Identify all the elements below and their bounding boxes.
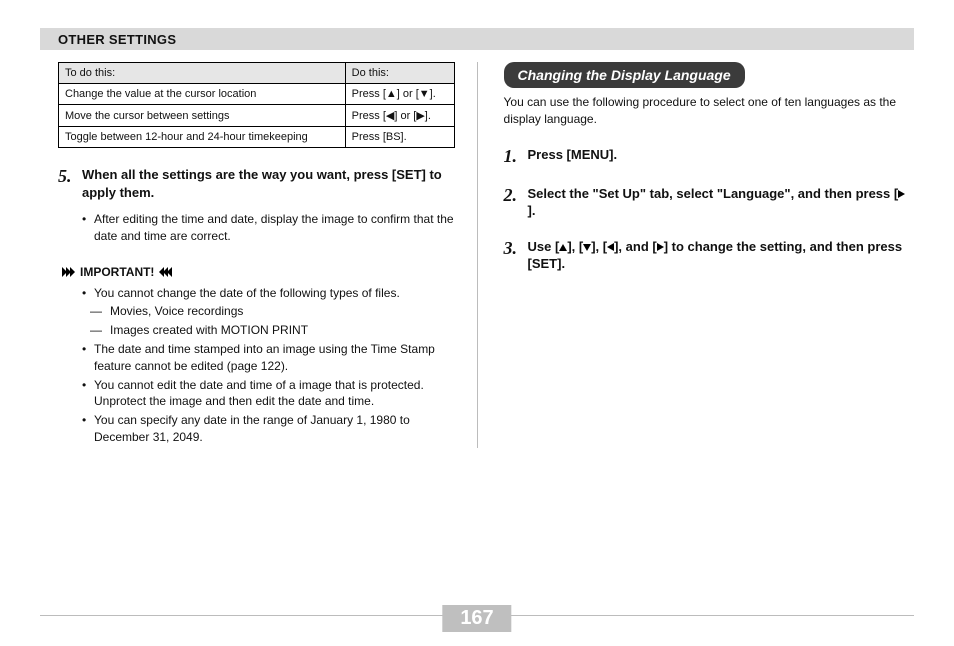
section-header: OTHER SETTINGS <box>40 28 914 50</box>
table-cell: Move the cursor between settings <box>59 105 346 127</box>
important-heading: IMPORTANT! <box>62 265 455 279</box>
step-3: 3. Use [], [], [], and [] to change the … <box>504 238 906 273</box>
text-fragment: ], [ <box>567 239 583 254</box>
arrow-right-icon <box>657 243 664 251</box>
section-pill: Changing the Display Language <box>504 62 745 88</box>
step-number: 5. <box>58 166 82 201</box>
step-text: Select the "Set Up" tab, select "Languag… <box>528 185 906 220</box>
step-number: 2. <box>504 185 528 220</box>
step-text: Press [MENU]. <box>528 146 618 167</box>
important-label: IMPORTANT! <box>80 265 154 279</box>
intro-text: You can use the following procedure to s… <box>504 94 906 128</box>
step-number: 3. <box>504 238 528 273</box>
important-list: •You cannot change the date of the follo… <box>82 285 455 446</box>
text-fragment: Use [ <box>528 239 560 254</box>
step-5: 5. When all the settings are the way you… <box>58 166 455 201</box>
table-cell: Toggle between 12-hour and 24-hour timek… <box>59 127 346 148</box>
list-item: The date and time stamped into an image … <box>94 341 455 375</box>
right-column: Changing the Display Language You can us… <box>480 62 914 448</box>
text-fragment: ]. <box>528 203 536 218</box>
table-cell: Press [BS]. <box>345 127 454 148</box>
page-number: 167 <box>442 605 511 632</box>
text-fragment: Select the "Set Up" tab, select "Languag… <box>528 186 899 201</box>
table-cell: Press [▲] or [▼]. <box>345 84 454 105</box>
list-item: You cannot change the date of the follow… <box>94 285 400 302</box>
text-fragment: ], and [ <box>614 239 657 254</box>
chevron-left-icon <box>160 267 172 277</box>
list-subitem: Images created with MOTION PRINT <box>110 322 308 339</box>
step-text: When all the settings are the way you wa… <box>82 166 455 201</box>
text-fragment: ], [ <box>591 239 607 254</box>
step-1: 1. Press [MENU]. <box>504 146 906 167</box>
chevron-right-icon <box>62 267 74 277</box>
step-2: 2. Select the "Set Up" tab, select "Lang… <box>504 185 906 220</box>
table-cell: Change the value at the cursor location <box>59 84 346 105</box>
note-text: After editing the time and date, display… <box>94 211 455 245</box>
table-head-1: Do this: <box>345 63 454 84</box>
step-number: 1. <box>504 146 528 167</box>
table-cell: Press [◀] or [▶]. <box>345 105 454 127</box>
list-item: You cannot edit the date and time of a i… <box>94 377 455 411</box>
list-item: You can specify any date in the range of… <box>94 412 455 446</box>
list-subitem: Movies, Voice recordings <box>110 303 243 320</box>
action-table: To do this: Do this: Change the value at… <box>58 62 455 148</box>
table-head-0: To do this: <box>59 63 346 84</box>
arrow-right-icon <box>898 190 905 198</box>
arrow-down-icon <box>583 244 591 251</box>
column-divider <box>477 62 478 448</box>
left-column: To do this: Do this: Change the value at… <box>40 62 475 448</box>
step-5-note: •After editing the time and date, displa… <box>82 211 455 245</box>
step-text: Use [], [], [], and [] to change the set… <box>528 238 906 273</box>
